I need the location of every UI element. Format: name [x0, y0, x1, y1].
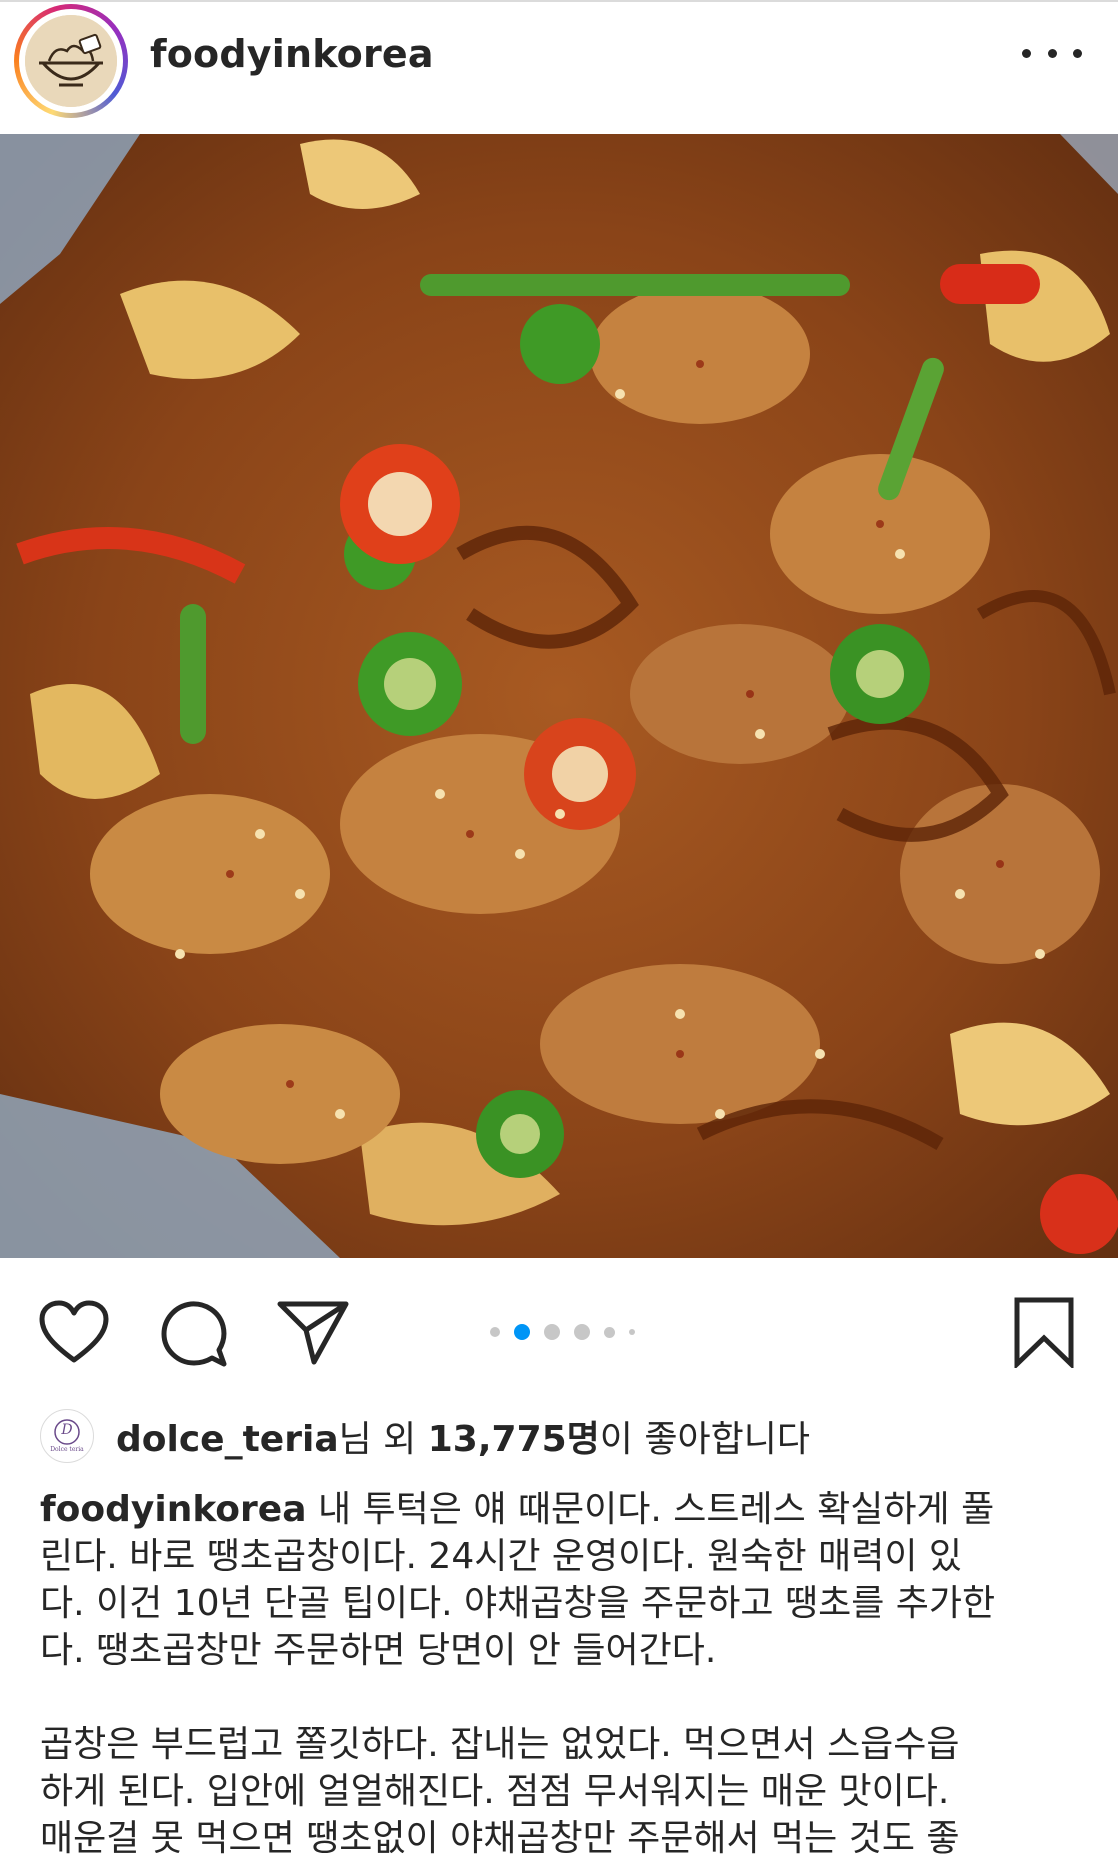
likes-count[interactable]: 13,775명	[428, 1419, 600, 1460]
post-photo[interactable]	[0, 134, 1118, 1258]
likes-row: D Dolce teria dolce_teria님 외 13,775명이 좋아…	[40, 1408, 810, 1464]
carousel-dot	[490, 1327, 500, 1337]
caption-line: foodyinkorea 내 투턱은 얘 때문이다. 스트레스 확실하게 풀	[40, 1486, 1090, 1533]
bowl-logo-icon	[25, 15, 117, 107]
profile-avatar[interactable]	[14, 4, 128, 118]
bookmark-icon[interactable]	[1012, 1296, 1076, 1370]
liker-username[interactable]: dolce_teria	[116, 1419, 339, 1460]
liker-avatar[interactable]: D Dolce teria	[40, 1409, 94, 1463]
liker-avatar-caption: Dolce teria	[50, 1446, 84, 1453]
heart-icon[interactable]	[38, 1300, 110, 1364]
more-horizontal-icon[interactable]	[1022, 38, 1082, 68]
caption-line: 다. 땡초곱창만 주문하면 당면이 안 들어간다.	[40, 1630, 717, 1671]
carousel-indicator	[490, 1322, 649, 1342]
caption-line: 다. 이건 10년 단골 팁이다. 야채곱창을 주문하고 땡초를 추가한	[40, 1583, 996, 1624]
likes-suffix: 님 외	[338, 1419, 428, 1460]
carousel-dot	[604, 1326, 615, 1338]
comment-bubble-icon[interactable]	[160, 1300, 228, 1368]
carousel-dot	[544, 1324, 560, 1340]
caption-line: 곱창은 부드럽고 쫄깃하다. 잡내는 없었다. 먹으면서 스읍수읍	[40, 1724, 960, 1765]
post-caption: foodyinkorea 내 투턱은 얘 때문이다. 스트레스 확실하게 풀 린…	[40, 1486, 1090, 1862]
likes-tail: 이 좋아합니다	[599, 1419, 810, 1460]
caption-line: 린다. 바로 땡초곱창이다. 24시간 운영이다. 원숙한 매력이 있	[40, 1536, 963, 1577]
likes-text[interactable]: dolce_teria님 외 13,775명이 좋아합니다	[116, 1410, 810, 1462]
post-username[interactable]: foodyinkorea	[150, 32, 434, 76]
post-header: foodyinkorea	[0, 2, 1118, 134]
carousel-dot	[574, 1324, 590, 1340]
paper-plane-icon[interactable]	[276, 1300, 350, 1366]
carousel-dot	[629, 1329, 635, 1335]
carousel-dot-active	[514, 1324, 530, 1340]
caption-username[interactable]: foodyinkorea	[40, 1489, 307, 1530]
caption-text: 내 투턱은 얘 때문이다. 스트레스 확실하게 풀	[306, 1489, 995, 1530]
liker-avatar-letter: D	[61, 1422, 73, 1438]
caption-line: 하게 된다. 입안에 얼얼해진다. 점점 무서워지는 매운 맛이다.	[40, 1771, 950, 1812]
caption-line: 매운걸 못 먹으면 땡초없이 야채곱창만 주문해서 먹는 것도 좋	[40, 1818, 960, 1859]
